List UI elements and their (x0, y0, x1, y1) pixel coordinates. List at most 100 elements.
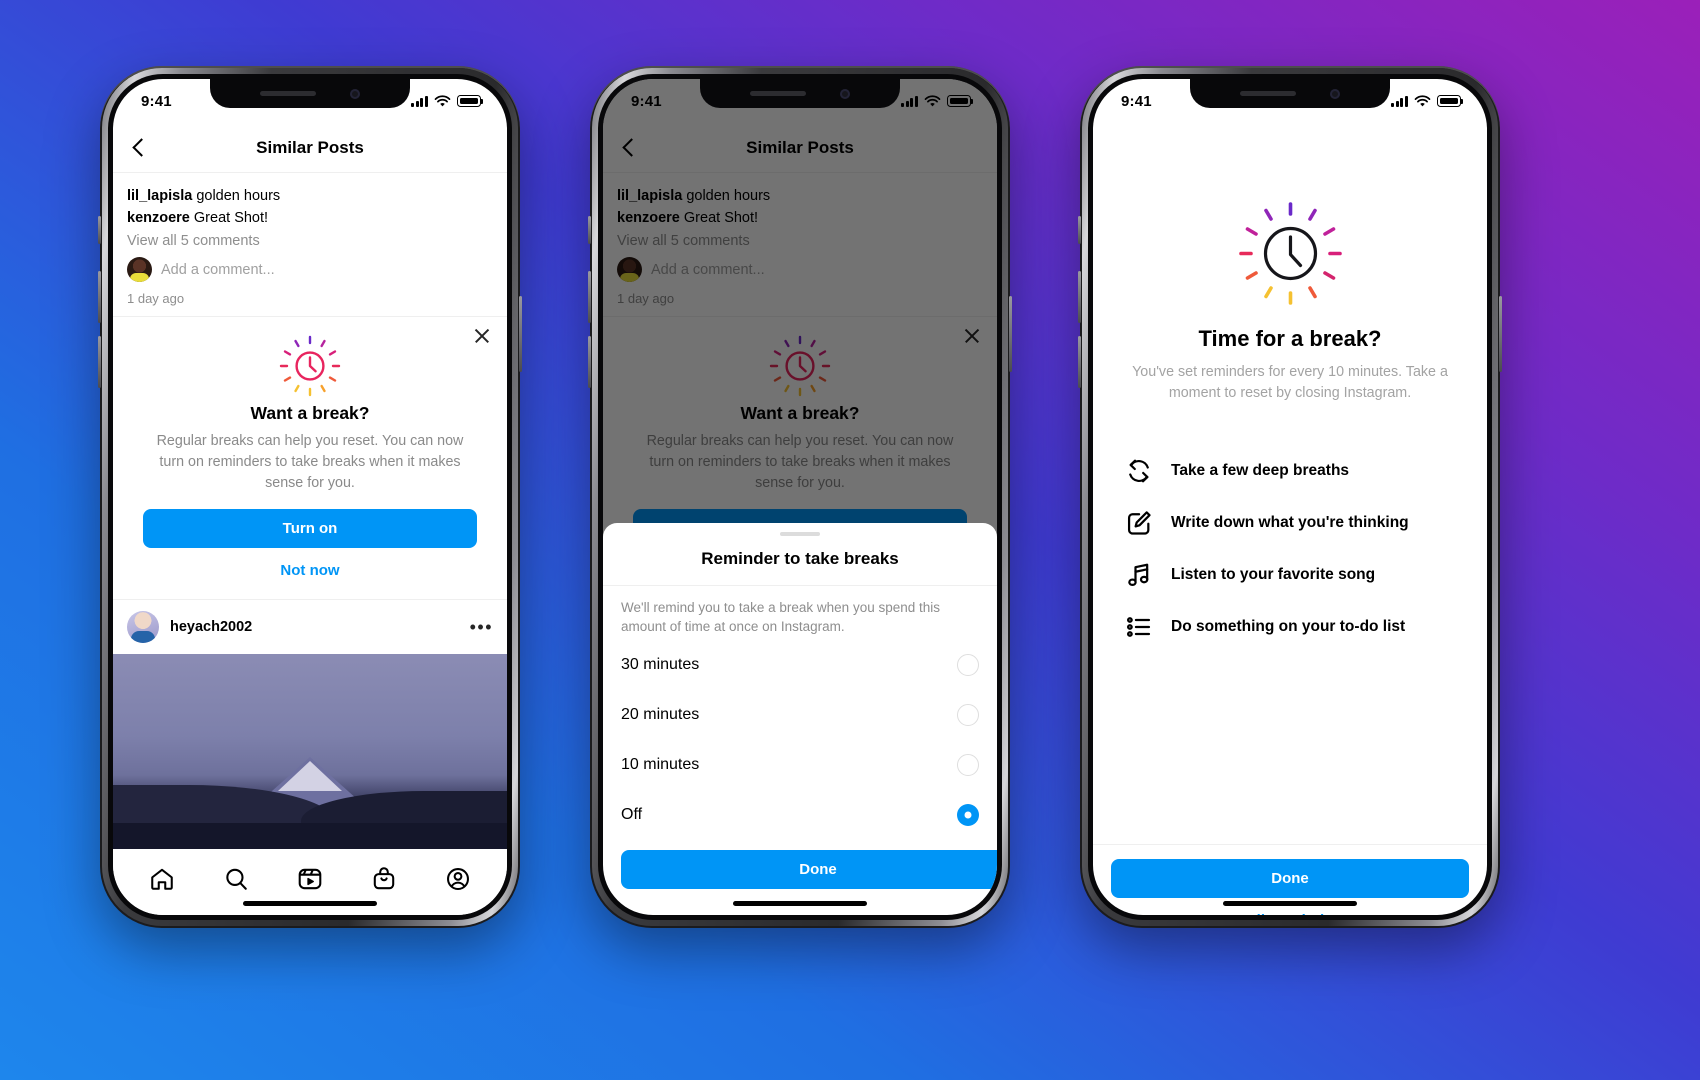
radio-20-minutes[interactable] (957, 704, 979, 726)
front-camera-icon (1330, 88, 1340, 99)
list-item[interactable]: Do something on your to-do list (1119, 601, 1461, 653)
search-icon[interactable] (223, 866, 249, 892)
page-subtitle: You've set reminders for every 10 minute… (1132, 364, 1448, 401)
radio-10-minutes[interactable] (957, 754, 979, 776)
add-comment-row[interactable]: Add a comment... (127, 257, 493, 283)
option-row-20-minutes[interactable]: 20 minutes (603, 690, 997, 740)
sheet-description: We'll remind you to take a break when yo… (621, 599, 941, 634)
page-title: Time for a break? (1198, 326, 1382, 351)
feed-comments-block: lil_lapisla golden hours kenzoere Great … (113, 173, 507, 318)
profile-icon[interactable] (445, 866, 471, 892)
earpiece-speaker (260, 91, 316, 96)
radio-30-minutes[interactable] (957, 654, 979, 676)
sun-clock-icon (143, 335, 477, 397)
done-button[interactable]: Done (1111, 859, 1469, 898)
reminder-bottom-sheet: Reminder to take breaks We'll remind you… (603, 522, 997, 915)
volume-down-button[interactable] (1078, 336, 1081, 388)
option-row-10-minutes[interactable]: 10 minutes (603, 740, 997, 790)
phone-device-2: 9:41 Similar Posts lil_lapisla golden ho… (588, 66, 1012, 928)
not-now-button[interactable]: Not now (143, 562, 477, 579)
tips-list: Take a few deep breaths Write down what … (1119, 445, 1461, 653)
power-button[interactable] (1499, 296, 1502, 372)
comment-row: kenzoere Great Shot! (127, 207, 493, 229)
done-button[interactable]: Done (621, 850, 997, 889)
turn-on-button[interactable]: Turn on (143, 508, 477, 548)
mute-switch[interactable] (588, 216, 591, 244)
volume-up-button[interactable] (1078, 271, 1081, 323)
volume-down-button[interactable] (98, 336, 101, 388)
post-timestamp: 1 day ago (127, 291, 185, 307)
radio-off[interactable] (957, 804, 979, 826)
add-comment-input[interactable]: Add a comment... (161, 262, 275, 278)
option-label: 10 minutes (621, 756, 700, 773)
list-item[interactable]: Listen to your favorite song (1119, 549, 1461, 601)
post-header: heyach2002 ••• (113, 600, 507, 654)
write-pencil-icon (1127, 511, 1151, 536)
earpiece-speaker (1240, 91, 1296, 96)
comment-username[interactable]: kenzoere (127, 210, 190, 226)
reels-icon[interactable] (297, 866, 323, 892)
phone-device-1: 9:41 Similar Posts lil_lapisla golden ho… (98, 66, 522, 928)
front-camera-icon (840, 88, 850, 99)
cellular-bars-icon (1391, 95, 1408, 107)
shop-bag-icon[interactable] (371, 866, 397, 892)
cellular-bars-icon (411, 95, 428, 107)
phone1-screen: 9:41 Similar Posts lil_lapisla golden ho… (113, 79, 507, 915)
nav-bar: Similar Posts (113, 123, 507, 173)
more-options-icon[interactable]: ••• (470, 618, 493, 636)
option-row-off[interactable]: Off (603, 790, 997, 840)
sun-clock-icon (1119, 201, 1461, 306)
list-item[interactable]: Take a few deep breaths (1119, 445, 1461, 497)
sheet-title: Reminder to take breaks (701, 548, 899, 568)
post-image[interactable] (113, 653, 507, 849)
notch (700, 79, 900, 108)
option-label: 20 minutes (621, 706, 700, 723)
volume-up-button[interactable] (588, 271, 591, 323)
comment-text: golden hours (196, 188, 281, 204)
view-all-comments-link[interactable]: View all 5 comments (127, 233, 493, 249)
wifi-icon (1414, 94, 1431, 106)
volume-up-button[interactable] (98, 271, 101, 323)
mute-switch[interactable] (1078, 216, 1081, 244)
page-title: Similar Posts (256, 137, 364, 157)
home-icon[interactable] (149, 866, 175, 892)
avatar (127, 257, 152, 283)
post-username[interactable]: heyach2002 (170, 619, 459, 635)
list-item-label: Take a few deep breaths (1171, 462, 1350, 480)
battery-full-icon (457, 95, 484, 107)
promo-title: Want a break? (250, 403, 370, 424)
mute-switch[interactable] (98, 216, 101, 244)
option-row-30-minutes[interactable]: 30 minutes (603, 640, 997, 690)
phone-device-3: 9:41 Time for a break? You've set remind… (1078, 66, 1502, 928)
phone2-screen: 9:41 Similar Posts lil_lapisla golden ho… (603, 79, 997, 915)
status-time: 9:41 (141, 92, 172, 110)
volume-down-button[interactable] (588, 336, 591, 388)
close-icon[interactable] (473, 327, 491, 345)
option-label: Off (621, 806, 643, 823)
refresh-breath-icon (1129, 460, 1149, 483)
list-item-label: Listen to your favorite song (1171, 566, 1376, 584)
list-item-label: Do something on your to-do list (1171, 618, 1406, 636)
music-note-icon (1128, 564, 1149, 587)
notch (1190, 79, 1390, 108)
break-promo-card: Want a break? Regular breaks can help yo… (113, 317, 507, 600)
comment-text: Great Shot! (193, 210, 269, 227)
list-item-label: Write down what you're thinking (1171, 514, 1409, 532)
front-camera-icon (350, 88, 360, 99)
comment-row: lil_lapisla golden hours (127, 185, 493, 207)
todo-list-icon (1126, 617, 1151, 638)
wifi-icon (434, 94, 451, 106)
battery-full-icon (1437, 95, 1464, 107)
earpiece-speaker (750, 91, 806, 96)
avatar[interactable] (127, 610, 159, 643)
bottom-tab-bar (113, 853, 507, 915)
edit-reminder-button[interactable]: Edit reminder (1111, 912, 1469, 915)
home-indicator (1223, 901, 1357, 906)
status-time: 9:41 (1121, 92, 1152, 110)
power-button[interactable] (1009, 296, 1012, 372)
promo-body: Regular breaks can help you reset. You c… (156, 433, 464, 491)
notch (210, 79, 410, 108)
comment-username[interactable]: lil_lapisla (127, 188, 192, 204)
list-item[interactable]: Write down what you're thinking (1119, 497, 1461, 549)
power-button[interactable] (519, 296, 522, 372)
